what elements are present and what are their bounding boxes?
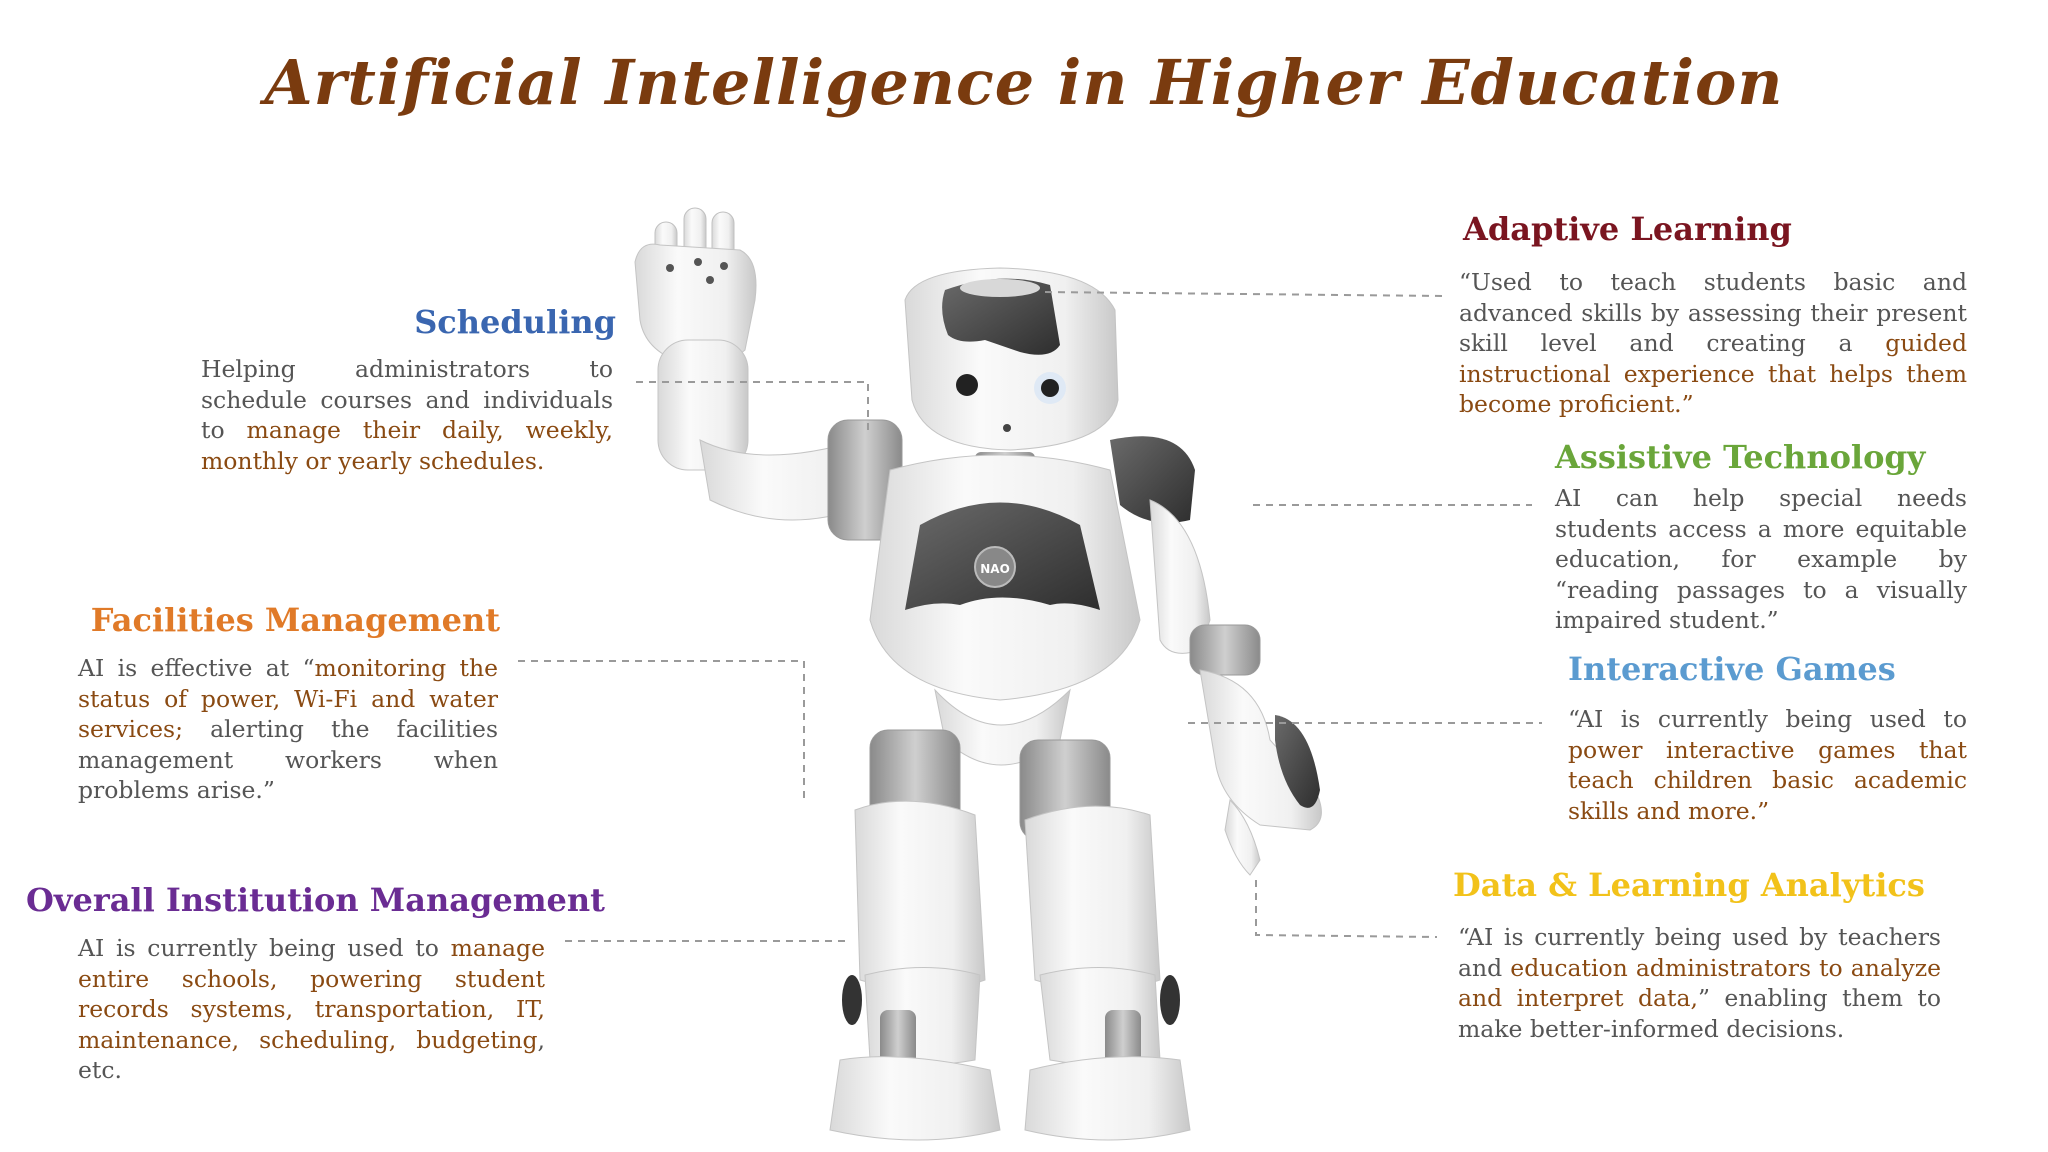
adaptive-heading: Adaptive Learning xyxy=(1463,210,1792,248)
games-heading: Interactive Games xyxy=(1568,650,1896,688)
adaptive-text: “Used to teach students basic and advanc… xyxy=(1459,268,1967,418)
scheduling-connector xyxy=(636,381,869,430)
adaptive-connector xyxy=(1044,291,1443,297)
facilities-heading: Facilities Management xyxy=(90,601,500,639)
assistive-text: AI can help special needs students acces… xyxy=(1555,484,1967,634)
analytics-connector xyxy=(1255,880,1438,938)
analytics-heading: Data & Learning Analytics xyxy=(1453,866,1925,904)
analytics-text: “AI is currently being used by teachers … xyxy=(1458,923,1941,1043)
facilities-text: AI is effective at “monitoring the statu… xyxy=(78,654,498,804)
games-text: “AI is currently being used to power int… xyxy=(1568,705,1967,825)
overall-heading: Overall Institution Management xyxy=(26,881,605,919)
facilities-connector xyxy=(518,660,805,800)
scheduling-text: Helping administrators to schedule cours… xyxy=(201,355,613,475)
scheduling-heading: Scheduling xyxy=(414,303,616,341)
overall-text: AI is currently being used to manage ent… xyxy=(78,934,545,1084)
assistive-heading: Assistive Technology xyxy=(1555,438,1926,476)
